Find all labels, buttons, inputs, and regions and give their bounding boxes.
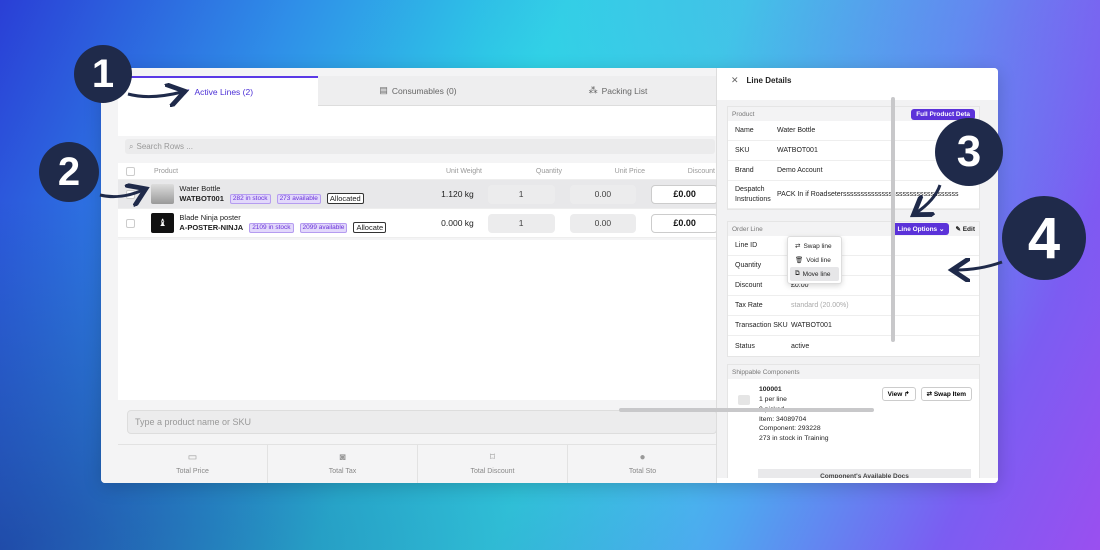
annotation-badge: 3 <box>935 118 1003 186</box>
arrow-4 <box>955 262 1003 270</box>
arrow-3 <box>916 184 942 213</box>
arrow-1 <box>127 92 182 97</box>
arrow-2 <box>99 190 143 197</box>
annotation-badge: 4 <box>1002 196 1086 280</box>
annotation-badge: 1 <box>74 45 132 103</box>
annotation-badge: 2 <box>39 142 99 202</box>
annotation-arrows <box>99 0 1003 550</box>
